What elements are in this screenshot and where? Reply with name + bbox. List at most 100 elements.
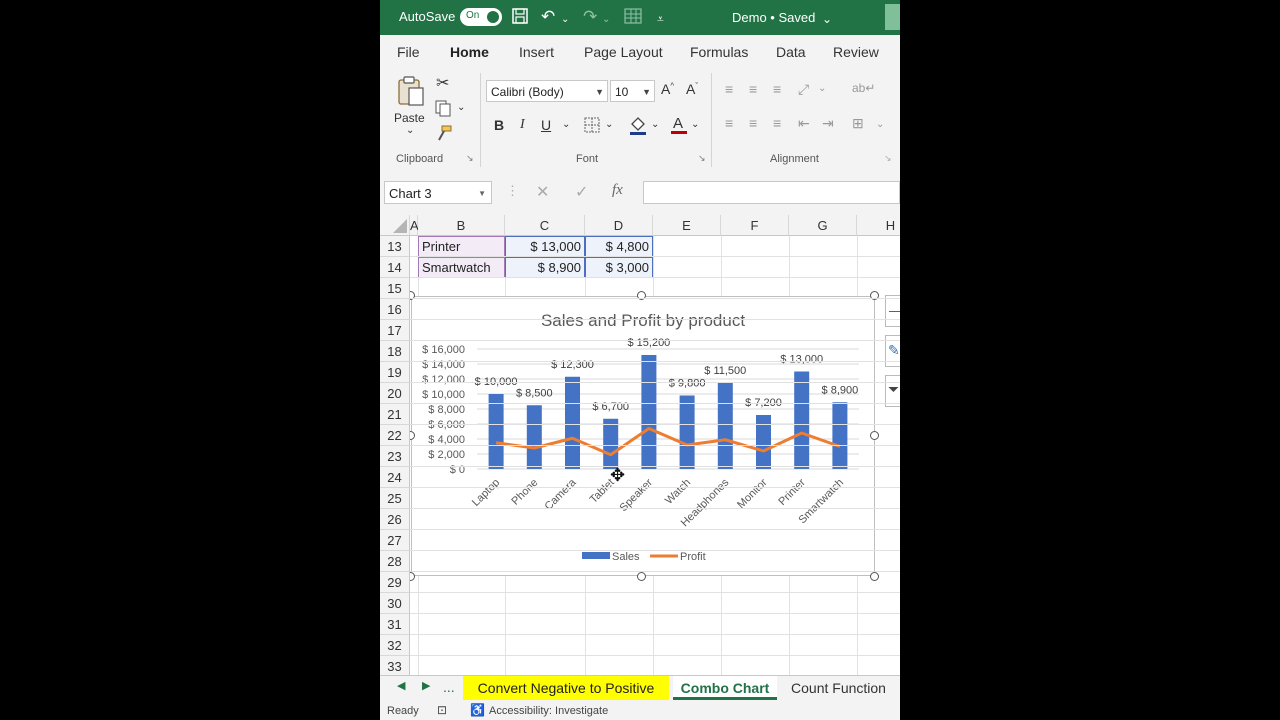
column-header[interactable]: F [721,215,789,236]
orientation-icon[interactable]: ⤢ [798,81,809,98]
font-color-icon[interactable]: A [669,113,689,138]
column-header[interactable]: D [585,215,653,236]
undo-dropdown-icon[interactable]: ⌄ [561,10,569,30]
customize-toolbar-icon[interactable]: ⩡ [657,9,664,29]
next-sheet-icon[interactable]: ▶ [422,679,430,692]
redo-icon[interactable]: ↷ [583,7,597,27]
cell-product[interactable]: Smartwatch [418,257,505,278]
align-right-icon[interactable]: ≡ [773,115,781,131]
row-header[interactable]: 15 [380,278,410,299]
copy-dropdown-icon[interactable]: ⌄ [457,102,465,113]
formula-input[interactable] [643,181,900,204]
row-header[interactable]: 28 [380,551,410,572]
name-box[interactable]: Chart 3 ▼ [384,181,492,204]
redo-dropdown-icon[interactable]: ⌄ [602,10,610,30]
window-control[interactable] [885,4,900,30]
row-header[interactable]: 31 [380,614,410,635]
increase-indent-icon[interactable]: ⇥ [822,115,834,132]
cell-profit[interactable]: $ 4,800 [585,236,653,257]
paste-icon[interactable] [396,75,426,110]
row-header[interactable]: 17 [380,320,410,341]
tab-page-layout[interactable]: Page Layout [584,44,663,60]
resize-handle[interactable] [637,572,646,581]
align-middle-icon[interactable]: ≡ [749,81,757,97]
row-header[interactable]: 23 [380,446,410,467]
row-header[interactable]: 19 [380,362,410,383]
row-header[interactable]: 33 [380,656,410,675]
worksheet-grid[interactable]: A B C D E F G H Printer $ 13,000 $ 4,800… [380,215,900,675]
column-header[interactable]: E [653,215,721,236]
undo-icon[interactable]: ↶ [541,7,555,27]
chevron-down-icon[interactable]: ⌄ [822,9,832,29]
column-header[interactable]: C [505,215,585,236]
underline-button[interactable]: U [541,117,551,133]
paste-dropdown-icon[interactable]: ⌄ [406,125,414,136]
merge-dropdown-icon[interactable]: ⌄ [876,119,884,130]
cell-profit[interactable]: $ 3,000 [585,257,653,278]
cut-icon[interactable]: ✂ [436,73,449,93]
fill-color-icon[interactable] [628,114,648,139]
align-left-icon[interactable]: ≡ [725,115,733,131]
chart-elements-button[interactable]: — [885,295,900,327]
paste-label[interactable]: Paste [394,111,425,125]
document-title[interactable]: Demo • Saved [732,10,815,25]
row-header[interactable]: 13 [380,236,410,257]
row-header[interactable]: 18 [380,341,410,362]
row-header[interactable]: 25 [380,488,410,509]
row-header[interactable]: 21 [380,404,410,425]
cancel-icon[interactable]: ✕ [536,182,549,202]
cell-sales[interactable]: $ 8,900 [505,257,585,278]
decrease-indent-icon[interactable]: ⇤ [798,115,810,132]
row-header[interactable]: 30 [380,593,410,614]
macro-record-icon[interactable]: ⊡ [437,703,447,717]
row-header[interactable]: 16 [380,299,410,320]
sheet-tab-combo-chart[interactable]: Combo Chart [673,676,777,700]
align-center-icon[interactable]: ≡ [749,115,757,131]
tab-formulas[interactable]: Formulas [690,44,748,60]
sheet-tab-convert[interactable]: Convert Negative to Positive [463,676,669,700]
insert-function-icon[interactable]: fx [612,182,623,199]
tab-insert[interactable]: Insert [519,44,554,60]
column-header[interactable]: H [857,215,900,236]
column-header[interactable]: B [418,215,505,236]
combo-chart[interactable]: Sales and Profit by product $ 0 $ 2,000 $ … [411,296,875,576]
clipboard-launcher-icon[interactable]: ↘ [466,153,474,164]
italic-button[interactable]: I [520,117,525,133]
row-header[interactable]: 14 [380,257,410,278]
resize-handle[interactable] [870,431,879,440]
format-painter-icon[interactable] [435,124,453,145]
font-name-select[interactable]: Calibri (Body) ▼ [486,80,608,102]
autosave-toggle[interactable]: On [460,8,502,26]
more-sheets[interactable]: ... [443,679,455,695]
row-header[interactable]: 27 [380,530,410,551]
copy-icon[interactable] [434,99,452,120]
merge-center-icon[interactable]: ⊞ [852,115,864,132]
table-icon[interactable] [624,7,642,30]
font-color-dropdown-icon[interactable]: ⌄ [691,119,699,130]
tab-home[interactable]: Home [450,44,489,71]
row-header[interactable]: 20 [380,383,410,404]
borders-icon[interactable] [583,116,601,137]
select-all-corner[interactable] [380,215,410,236]
font-launcher-icon[interactable]: ↘ [698,153,706,164]
row-header[interactable]: 24 [380,467,410,488]
cell-product[interactable]: Printer [418,236,505,257]
sheet-tab-count-function[interactable]: Count Function [781,676,896,700]
decrease-font-icon[interactable]: Aˇ [686,81,698,97]
borders-dropdown-icon[interactable]: ⌄ [605,119,613,130]
column-header[interactable]: G [789,215,857,236]
cell-sales[interactable]: $ 13,000 [505,236,585,257]
align-top-icon[interactable]: ≡ [725,81,733,97]
save-icon[interactable] [511,7,529,30]
column-header[interactable]: A [410,215,419,236]
bold-button[interactable]: B [494,117,504,133]
tab-review[interactable]: Review [833,44,879,60]
underline-dropdown-icon[interactable]: ⌄ [562,119,570,130]
row-header[interactable]: 32 [380,635,410,656]
row-header[interactable]: 22 [380,425,410,446]
tab-data[interactable]: Data [776,44,806,60]
prev-sheet-icon[interactable]: ◀ [397,679,405,692]
align-bottom-icon[interactable]: ≡ [773,81,781,97]
alignment-launcher-icon[interactable]: ↘ [884,153,892,164]
font-size-select[interactable]: 10 ▼ [610,80,655,102]
